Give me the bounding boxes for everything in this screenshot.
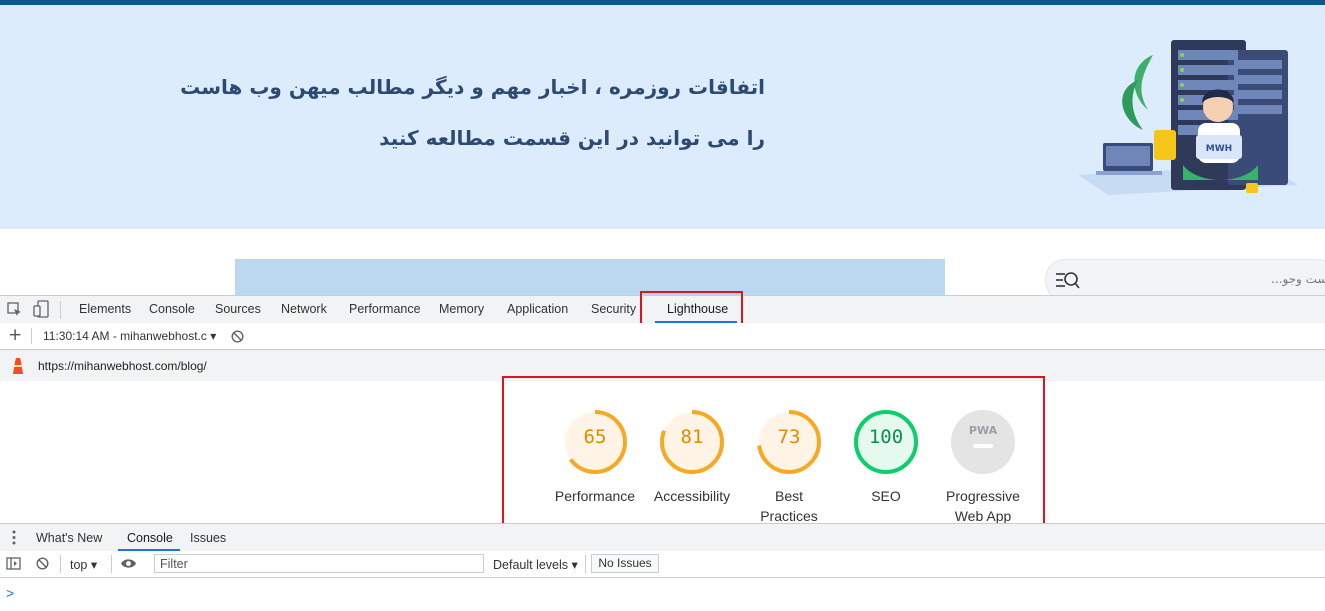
hero-heading-line-2: را می توانید در این قسمت مطالعه کنید xyxy=(379,126,765,150)
hero-heading-line-1: اتفاقات روزمره ، اخبار مهم و دیگر مطالب … xyxy=(180,75,765,99)
log-levels-dropdown[interactable]: Default levels ▾ xyxy=(493,557,578,572)
context-selector-value: top xyxy=(70,558,88,572)
eye-icon[interactable] xyxy=(120,558,137,569)
devtools-panel: Elements Console Sources Network Perform… xyxy=(0,291,1325,611)
context-selector[interactable]: top ▾ xyxy=(70,557,97,572)
mwh-logo-text: MWH xyxy=(1206,144,1232,154)
drawer-tab-console[interactable]: Console xyxy=(127,531,173,545)
report-url[interactable]: https://mihanwebhost.com/blog/ xyxy=(38,359,207,373)
toolbar-divider xyxy=(111,555,112,573)
filter-placeholder: Filter xyxy=(160,557,188,571)
tab-console[interactable]: Console xyxy=(149,302,195,316)
tab-divider xyxy=(60,301,61,319)
device-toolbar-icon[interactable] xyxy=(33,300,49,318)
tab-performance[interactable]: Performance xyxy=(349,302,421,316)
tab-application[interactable]: Application xyxy=(507,302,568,316)
console-prompt[interactable]: > xyxy=(6,585,14,601)
toolbar-divider xyxy=(585,555,586,573)
content-placeholder-block xyxy=(235,259,945,295)
lighthouse-toolbar: + 11:30:14 AM - mihanwebhost.c ▾ xyxy=(0,323,1325,350)
log-levels-value: Default levels xyxy=(493,558,569,572)
console-toolbar: top ▾ Filter Default levels ▾ No Issues xyxy=(0,551,1325,578)
tab-network[interactable]: Network xyxy=(281,302,327,316)
inspect-element-icon[interactable] xyxy=(7,302,22,317)
drawer-tab-whats-new[interactable]: What's New xyxy=(36,531,102,545)
issues-button[interactable]: No Issues xyxy=(591,554,659,573)
drawer-tab-issues[interactable]: Issues xyxy=(190,531,226,545)
toolbar-divider xyxy=(31,328,32,344)
search-menu-icon[interactable] xyxy=(1054,268,1080,292)
tab-security[interactable]: Security xyxy=(591,302,636,316)
tab-sources[interactable]: Sources xyxy=(215,302,261,316)
report-selector[interactable]: 11:30:14 AM - mihanwebhost.c ▾ xyxy=(43,329,216,343)
lighthouse-logo-icon xyxy=(13,358,23,374)
scores-highlight xyxy=(502,376,1045,534)
report-selector-value: 11:30:14 AM - mihanwebhost.c xyxy=(43,329,207,343)
clear-console-icon[interactable] xyxy=(36,557,49,570)
page-content-strip: جست وجو... xyxy=(0,229,1325,301)
tab-elements[interactable]: Elements xyxy=(79,302,131,316)
site-search-placeholder: جست وجو... xyxy=(1271,272,1325,286)
drawer-tab-bar: What's New Console Issues xyxy=(0,523,1325,552)
server-illustration: MWH xyxy=(1078,40,1298,195)
tab-memory[interactable]: Memory xyxy=(439,302,484,316)
toolbar-divider xyxy=(60,555,61,573)
console-filter-input[interactable]: Filter xyxy=(154,554,484,573)
sidebar-toggle-icon[interactable] xyxy=(6,557,21,570)
blog-hero-banner: اتفاقات روزمره ، اخبار مهم و دیگر مطالب … xyxy=(0,5,1325,229)
new-report-icon[interactable]: + xyxy=(8,325,22,345)
more-options-icon[interactable] xyxy=(11,530,17,545)
clear-reports-icon[interactable] xyxy=(231,330,244,343)
